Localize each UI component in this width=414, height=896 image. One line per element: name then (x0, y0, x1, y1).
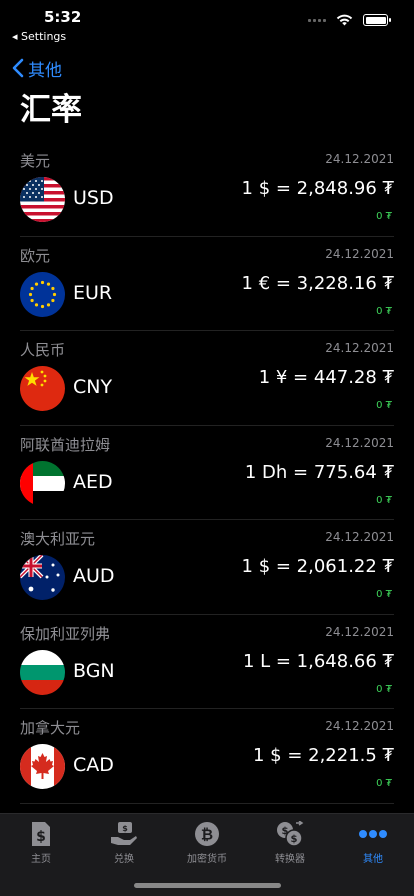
battery-icon (363, 14, 391, 26)
currency-name: 保加利亚列弗 (20, 624, 111, 643)
currency-name: 加拿大元 (20, 719, 81, 737)
page-title: 汇率 (20, 92, 82, 128)
currency-name: 美元 (20, 152, 51, 170)
rate-change: 0 ₮ (376, 211, 392, 222)
rate-change: 0 ₮ (376, 305, 392, 317)
currency-code: USD (73, 187, 114, 209)
cny-flag-icon (20, 366, 65, 411)
rate-change: 0 ₮ (376, 683, 392, 695)
currency-row-bgn[interactable]: 保加利亚列弗 24.12.2021 BGN 1 L = 1,648.66 ₮ 0… (0, 615, 414, 709)
rate-change: 0 ₮ (376, 400, 392, 411)
currency-row-aud[interactable]: 澳大利亚元 24.12.2021 AUD 1 $ = 2,061.22 ₮ 0 … (0, 520, 414, 615)
wifi-icon (336, 14, 353, 26)
rate-date: 24.12.2021 (325, 152, 394, 166)
aed-flag-icon (20, 460, 65, 506)
rate-date: 24.12.2021 (325, 624, 394, 639)
currency-code: AUD (73, 565, 115, 587)
currency-code: CNY (73, 376, 113, 398)
exchange-rate: 1 $ = 2,061.22 ₮ (241, 556, 394, 577)
rate-change: 0 ₮ (376, 589, 392, 600)
status-time: 5:32 (44, 8, 82, 26)
usd-flag-icon (20, 177, 65, 222)
converter-icon: $ $ (277, 821, 304, 847)
tab-label: 加密货币 (187, 854, 227, 865)
dollar-doc-icon: $ (32, 822, 50, 846)
more-dots-icon (359, 830, 387, 838)
exchange-rate: 1 ¥ = 447.28 ₮ (258, 367, 394, 388)
bgn-flag-icon (20, 649, 65, 695)
tab-label: 兑换 (114, 854, 134, 865)
rate-date: 24.12.2021 (325, 246, 394, 261)
bitcoin-icon: ₿ (195, 822, 219, 846)
back-to-settings-link[interactable]: ◂ Settings (12, 30, 66, 43)
currency-code: BGN (73, 659, 115, 682)
currency-name: 欧元 (20, 246, 51, 265)
currency-row-usd[interactable]: 美元 24.12.2021 USD 1 $ = 2,848.96 ₮ 0 ₮ (0, 142, 414, 237)
tab-label: 主页 (31, 854, 51, 865)
currency-code: AED (73, 470, 113, 493)
tab-crypto[interactable]: ₿ 加密货币 (166, 821, 248, 865)
tab-bar: $ 主页 $ 兑换 ₿ 加密货币 $ $ 转换器 其他 (0, 813, 414, 896)
currency-name: 澳大利亚元 (20, 530, 96, 548)
rate-date: 24.12.2021 (325, 341, 394, 355)
exchange-rate: 1 $ = 2,221.5 ₮ (252, 745, 394, 766)
status-bar: 5:32 ◂ Settings (0, 0, 414, 46)
rate-date: 24.12.2021 (325, 719, 394, 733)
exchange-hand-icon: $ (111, 822, 137, 845)
rate-date: 24.12.2021 (325, 435, 394, 450)
cad-flag-icon (20, 744, 65, 789)
currency-name: 阿联酋迪拉姆 (20, 435, 111, 454)
currency-name: 人民币 (20, 341, 66, 359)
back-button-label: 其他 (28, 60, 62, 81)
tab-home[interactable]: $ 主页 (0, 821, 82, 865)
rate-change: 0 ₮ (376, 494, 392, 506)
tab-converter[interactable]: $ $ 转换器 (249, 821, 331, 865)
currency-list: 美元 24.12.2021 USD 1 $ = 2,848.96 ₮ 0 ₮ 欧… (0, 142, 414, 804)
svg-text:$: $ (291, 834, 298, 845)
svg-text:$: $ (36, 829, 46, 845)
currency-code: CAD (73, 754, 114, 776)
currency-row-aed[interactable]: 阿联酋迪拉姆 24.12.2021 AED 1 Dh = 775.64 ₮ 0 … (0, 426, 414, 520)
svg-text:$: $ (122, 824, 128, 833)
exchange-rate: 1 $ = 2,848.96 ₮ (241, 178, 394, 199)
currency-code: EUR (73, 281, 113, 304)
back-button[interactable]: 其他 (12, 55, 62, 81)
tab-label: 转换器 (275, 854, 305, 865)
tab-more[interactable]: 其他 (332, 821, 414, 865)
rate-date: 24.12.2021 (325, 530, 394, 544)
aud-flag-icon (20, 555, 65, 600)
cellular-signal-icon (308, 18, 326, 22)
chevron-left-icon (12, 58, 24, 78)
tab-exchange[interactable]: $ 兑换 (83, 821, 165, 865)
exchange-rate: 1 L = 1,648.66 ₮ (242, 650, 394, 672)
currency-row-cny[interactable]: 人民币 24.12.2021 CNY 1 ¥ = 447.28 ₮ 0 ₮ (0, 331, 414, 426)
currency-row-cad[interactable]: 加拿大元 24.12.2021 CAD 1 $ = 2,221.5 ₮ 0 ₮ (0, 709, 414, 804)
status-icons (308, 14, 391, 26)
exchange-rate: 1 € = 3,228.16 ₮ (241, 272, 394, 294)
tab-label: 其他 (363, 854, 383, 865)
exchange-rate: 1 Dh = 775.64 ₮ (244, 461, 394, 483)
eur-flag-icon (20, 271, 65, 317)
currency-row-eur[interactable]: 欧元 24.12.2021 EUR 1 € = 3,228.16 ₮ 0 ₮ (0, 237, 414, 331)
home-indicator[interactable] (134, 883, 281, 888)
svg-text:₿: ₿ (201, 826, 213, 844)
rate-change: 0 ₮ (376, 778, 392, 789)
